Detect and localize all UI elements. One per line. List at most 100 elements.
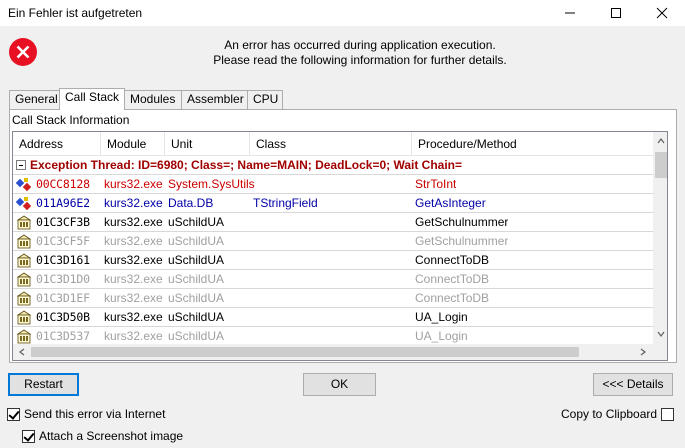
unit-icon xyxy=(16,215,32,230)
maximize-button[interactable] xyxy=(593,0,639,26)
close-button[interactable] xyxy=(639,0,685,26)
unit-cell: uSchildUA xyxy=(168,291,225,305)
address-cell: 01C3CF3B xyxy=(36,215,90,229)
window-title: Ein Fehler ist aufgetreten xyxy=(8,6,143,20)
minimize-icon xyxy=(565,12,575,14)
procedure-cell: GetSchulnummer xyxy=(415,234,509,248)
ok-button[interactable]: OK xyxy=(303,373,376,396)
procedure-cell: GetSchulnummer xyxy=(415,215,509,229)
table-row[interactable]: 01C3D1EF kurs32.exe uSchildUA ConnectToDB xyxy=(13,289,653,308)
error-message-line2: Please read the following information fo… xyxy=(213,53,507,67)
unit-cell: uSchildUA xyxy=(168,329,225,343)
table-row[interactable]: 01C3CF3B kurs32.exe uSchildUA GetSchulnumme… xyxy=(13,213,653,232)
table-row[interactable]: 00CC8128 kurs32.exe System.SysUtils StrToIn… xyxy=(13,175,653,194)
send-error-checkbox-box[interactable] xyxy=(7,408,20,421)
attach-screenshot-checkbox-box[interactable] xyxy=(22,430,35,443)
call-stack-grid[interactable]: Address Module Unit Class Procedure/Meth… xyxy=(12,131,668,361)
minimize-button[interactable] xyxy=(547,0,593,26)
exception-thread-label: Exception Thread: ID=6980; Class=; Name=… xyxy=(30,158,463,172)
column-header-class[interactable]: Class xyxy=(250,132,412,156)
procedure-cell: ConnectToDB xyxy=(415,272,490,286)
unit-icon xyxy=(16,234,32,249)
table-row[interactable]: 01C3D50B kurs32.exe uSchildUA UA_Login xyxy=(13,308,653,327)
grid-header: Address Module Unit Class Procedure/Meth… xyxy=(13,132,653,156)
tab-assembler[interactable]: Assembler xyxy=(181,90,248,109)
module-cell: kurs32.exe xyxy=(104,329,163,343)
procedure-cell: UA_Login xyxy=(415,310,468,324)
address-cell: 01C3CF5F xyxy=(36,234,90,248)
horizontal-scrollbar[interactable] xyxy=(13,344,653,360)
unit-icon xyxy=(16,272,32,287)
unit-cell: System.SysUtils xyxy=(168,177,255,191)
error-message-line1: An error has occurred during application… xyxy=(224,38,496,52)
copy-to-clipboard-label: Copy to Clipboard xyxy=(561,407,658,421)
exception-icon xyxy=(16,177,32,192)
tab-general[interactable]: General xyxy=(9,90,60,109)
procedure-cell: ConnectToDB xyxy=(415,253,490,267)
unit-icon xyxy=(16,291,32,306)
horizontal-scroll-thumb[interactable] xyxy=(31,347,579,357)
module-cell: kurs32.exe xyxy=(104,310,163,324)
scrollbar-corner xyxy=(653,344,667,360)
address-cell: 01C3D50B xyxy=(36,310,90,324)
copy-to-clipboard-checkbox-box[interactable] xyxy=(661,408,674,421)
error-icon xyxy=(9,38,37,66)
procedure-cell: UA_Login xyxy=(415,329,468,343)
scroll-down-icon xyxy=(657,331,665,337)
exception-thread-row[interactable]: Exception Thread: ID=6980; Class=; Name=… xyxy=(13,156,653,175)
unit-cell: uSchildUA xyxy=(168,215,225,229)
method-icon xyxy=(16,196,32,211)
vertical-scroll-thumb[interactable] xyxy=(655,152,667,178)
module-cell: kurs32.exe xyxy=(104,177,163,191)
tab-call-stack[interactable]: Call Stack xyxy=(59,88,125,110)
address-cell: 01C3D161 xyxy=(36,253,90,267)
address-cell: 01C3D537 xyxy=(36,329,90,343)
maximize-icon xyxy=(611,8,621,18)
table-row[interactable]: 011A96E2 kurs32.exe Data.DB TStringField Get… xyxy=(13,194,653,213)
tab-modules[interactable]: Modules xyxy=(124,90,182,109)
column-header-module[interactable]: Module xyxy=(101,132,165,156)
send-error-label: Send this error via Internet xyxy=(24,407,166,421)
scroll-up-icon xyxy=(657,138,665,144)
table-row[interactable]: 01C3CF5F kurs32.exe uSchildUA GetSchulnumme… xyxy=(13,232,653,251)
column-header-procedure[interactable]: Procedure/Method xyxy=(412,132,653,156)
procedure-cell: ConnectToDB xyxy=(415,291,490,305)
attach-screenshot-label: Attach a Screenshot image xyxy=(39,429,184,443)
unit-icon xyxy=(16,329,32,344)
module-cell: kurs32.exe xyxy=(104,234,163,248)
unit-icon xyxy=(16,310,32,325)
unit-cell: Data.DB xyxy=(168,196,214,210)
address-cell: 00CC8128 xyxy=(36,177,90,191)
call-stack-section-label: Call Stack Information xyxy=(12,113,130,127)
scroll-right-icon xyxy=(640,348,646,356)
close-icon xyxy=(656,7,668,19)
column-header-address[interactable]: Address xyxy=(13,132,101,156)
address-cell: 01C3D1D0 xyxy=(36,272,90,286)
restart-button[interactable]: Restart xyxy=(8,373,79,396)
unit-cell: uSchildUA xyxy=(168,253,225,267)
module-cell: kurs32.exe xyxy=(104,196,163,210)
details-button[interactable]: <<< Details xyxy=(593,373,673,396)
unit-cell: uSchildUA xyxy=(168,310,225,324)
procedure-cell: GetAsInteger xyxy=(415,196,486,210)
address-cell: 01C3D1EF xyxy=(36,291,90,305)
vertical-scrollbar[interactable] xyxy=(653,132,667,344)
table-row[interactable]: 01C3D161 kurs32.exe uSchildUA ConnectToDB xyxy=(13,251,653,270)
class-cell: TStringField xyxy=(253,196,318,210)
scroll-left-icon xyxy=(19,348,25,356)
title-bar: Ein Fehler ist aufgetreten xyxy=(0,0,685,26)
address-cell: 011A96E2 xyxy=(36,196,90,210)
module-cell: kurs32.exe xyxy=(104,253,163,267)
module-cell: kurs32.exe xyxy=(104,291,163,305)
procedure-cell: StrToInt xyxy=(415,177,457,191)
tab-cpu[interactable]: CPU xyxy=(247,90,283,109)
column-header-unit[interactable]: Unit xyxy=(165,132,250,156)
table-row[interactable]: 01C3D1D0 kurs32.exe uSchildUA ConnectToDB xyxy=(13,270,653,289)
copy-to-clipboard-checkbox[interactable]: Copy to Clipboard xyxy=(561,407,676,423)
error-message: An error has occurred during application… xyxy=(150,38,570,68)
collapse-icon[interactable] xyxy=(16,160,26,170)
unit-icon xyxy=(16,253,32,268)
unit-cell: uSchildUA xyxy=(168,272,225,286)
unit-cell: uSchildUA xyxy=(168,234,225,248)
module-cell: kurs32.exe xyxy=(104,215,163,229)
